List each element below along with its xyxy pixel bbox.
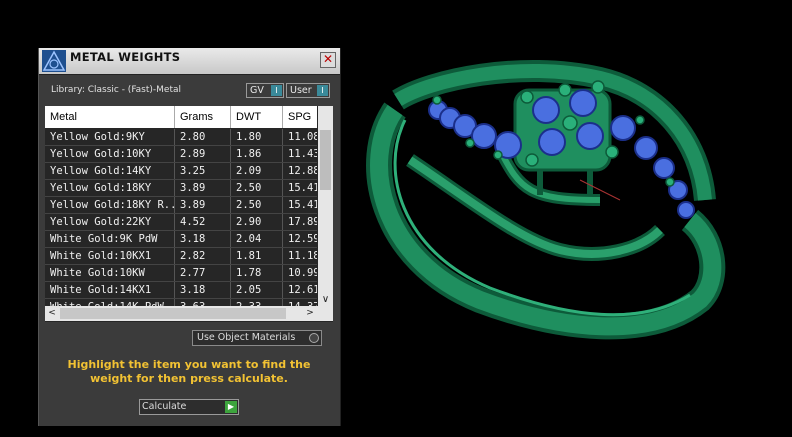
cell-grams: 4.52 [175,214,231,230]
cell-grams: 3.18 [175,282,231,298]
play-arrow-icon: ▶ [225,401,237,413]
gv-toggle-label: GV [250,85,264,96]
cell-spg: 11.43 [288,148,317,160]
cell-grams: 2.89 [175,146,231,162]
user-toggle-knob: I [317,85,328,96]
panel-title: METAL WEIGHTS [70,50,181,64]
column-header-grams[interactable]: Grams [175,106,231,128]
table-row[interactable]: Yellow Gold:22KY 4.52 2.90 17.89 [45,214,317,231]
horizontal-scroll-thumb[interactable] [60,308,286,319]
metal-table: Metal Grams DWT SPG Yellow Gold:9KY 2.80 1… [45,106,333,322]
cell-metal: Yellow Gold:18KY R... [45,197,175,213]
cell-spg: 12.59 [288,233,317,245]
cell-metal: Yellow Gold:9KY [45,129,175,145]
cell-dwt: 1.78 [231,265,283,281]
table-row[interactable]: White Gold:10KW 2.77 1.78 10.99 [45,265,317,282]
cell-dwt: 2.90 [231,214,283,230]
gv-toggle-knob: I [271,85,282,96]
cell-metal: Yellow Gold:14KY [45,163,175,179]
cell-grams: 3.89 [175,180,231,196]
cell-dwt: 1.80 [231,129,283,145]
cell-spg: 17.89 [288,216,317,228]
table-row[interactable]: Yellow Gold:18KY 3.89 2.50 15.41 [45,180,317,197]
cell-dwt: 1.81 [231,248,283,264]
user-toggle[interactable]: User I [286,83,330,98]
column-header-dwt[interactable]: DWT [231,106,283,128]
cell-dwt: 1.86 [231,146,283,162]
cell-grams: 2.77 [175,265,231,281]
panel-titlebar[interactable]: METAL WEIGHTS ✕ [39,48,340,75]
cell-metal: Yellow Gold:22KY [45,214,175,230]
table-row[interactable]: White Gold:9K PdW 3.18 2.04 12.59 [45,231,317,248]
cell-grams: 2.82 [175,248,231,264]
cell-grams: 3.18 [175,231,231,247]
table-row[interactable]: White Gold:14KX1 3.18 2.05 12.61 [45,282,317,299]
cell-dwt: 2.09 [231,163,283,179]
table-row[interactable]: Yellow Gold:9KY 2.80 1.80 11.08 [45,129,317,146]
vertical-scrollbar[interactable]: ∨ [318,106,333,306]
use-object-materials-label: Use Object Materials [197,332,296,343]
use-object-materials-toggle[interactable]: Use Object Materials [192,330,322,346]
table-body: Yellow Gold:9KY 2.80 1.80 11.08 Yellow Gold:… [45,129,317,316]
column-header-spg[interactable]: SPG [283,106,317,128]
vertical-scroll-thumb[interactable] [320,130,331,190]
column-header-metal[interactable]: Metal [45,106,175,128]
cell-spg: 15.41 [288,199,317,211]
cell-dwt: 2.50 [231,197,283,213]
user-toggle-label: User [290,85,312,96]
cell-spg: 11.08 [288,131,317,143]
table-header: Metal Grams DWT SPG [45,106,317,128]
table-row[interactable]: Yellow Gold:10KY 2.89 1.86 11.43 [45,146,317,163]
radio-icon [309,333,319,343]
cell-metal: Yellow Gold:10KY [45,146,175,162]
gv-toggle[interactable]: GV I [246,83,284,98]
scroll-down-arrow-icon[interactable]: ∨ [318,294,333,306]
cell-spg: 12.61 [288,284,317,296]
close-button[interactable]: ✕ [320,52,336,68]
calculate-label: Calculate [142,401,187,412]
instruction-text: Highlight the item you want to find the … [67,358,311,385]
cell-metal: White Gold:10KW [45,265,175,281]
table-row[interactable]: Yellow Gold:14KY 3.25 2.09 12.88 [45,163,317,180]
cell-grams: 3.25 [175,163,231,179]
cell-metal: White Gold:14KX1 [45,282,175,298]
cell-spg: 12.88 [288,165,317,177]
horizontal-scrollbar[interactable]: < > [45,306,333,321]
cell-metal: White Gold:10KX1 [45,248,175,264]
cell-dwt: 2.50 [231,180,283,196]
scroll-left-arrow-icon[interactable]: < [45,306,59,321]
cell-grams: 3.89 [175,197,231,213]
table-row[interactable]: Yellow Gold:18KY R... 3.89 2.50 15.41 [45,197,317,214]
cell-dwt: 2.04 [231,231,283,247]
cell-metal: White Gold:9K PdW [45,231,175,247]
cell-spg: 15.41 [288,182,317,194]
scroll-right-arrow-icon[interactable]: > [303,306,317,321]
cell-dwt: 2.05 [231,282,283,298]
cell-metal: Yellow Gold:18KY [45,180,175,196]
cell-spg: 11.18 [288,250,317,262]
calculate-button[interactable]: Calculate ▶ [139,399,239,415]
table-row[interactable]: White Gold:10KX1 2.82 1.81 11.18 [45,248,317,265]
cell-grams: 2.80 [175,129,231,145]
app-logo-icon [42,50,66,72]
library-label: Library: Classic - (Fast)-Metal [51,85,182,95]
metal-weights-panel: METAL WEIGHTS ✕ Library: Classic - (Fast… [38,48,341,426]
cell-spg: 10.99 [288,267,317,279]
